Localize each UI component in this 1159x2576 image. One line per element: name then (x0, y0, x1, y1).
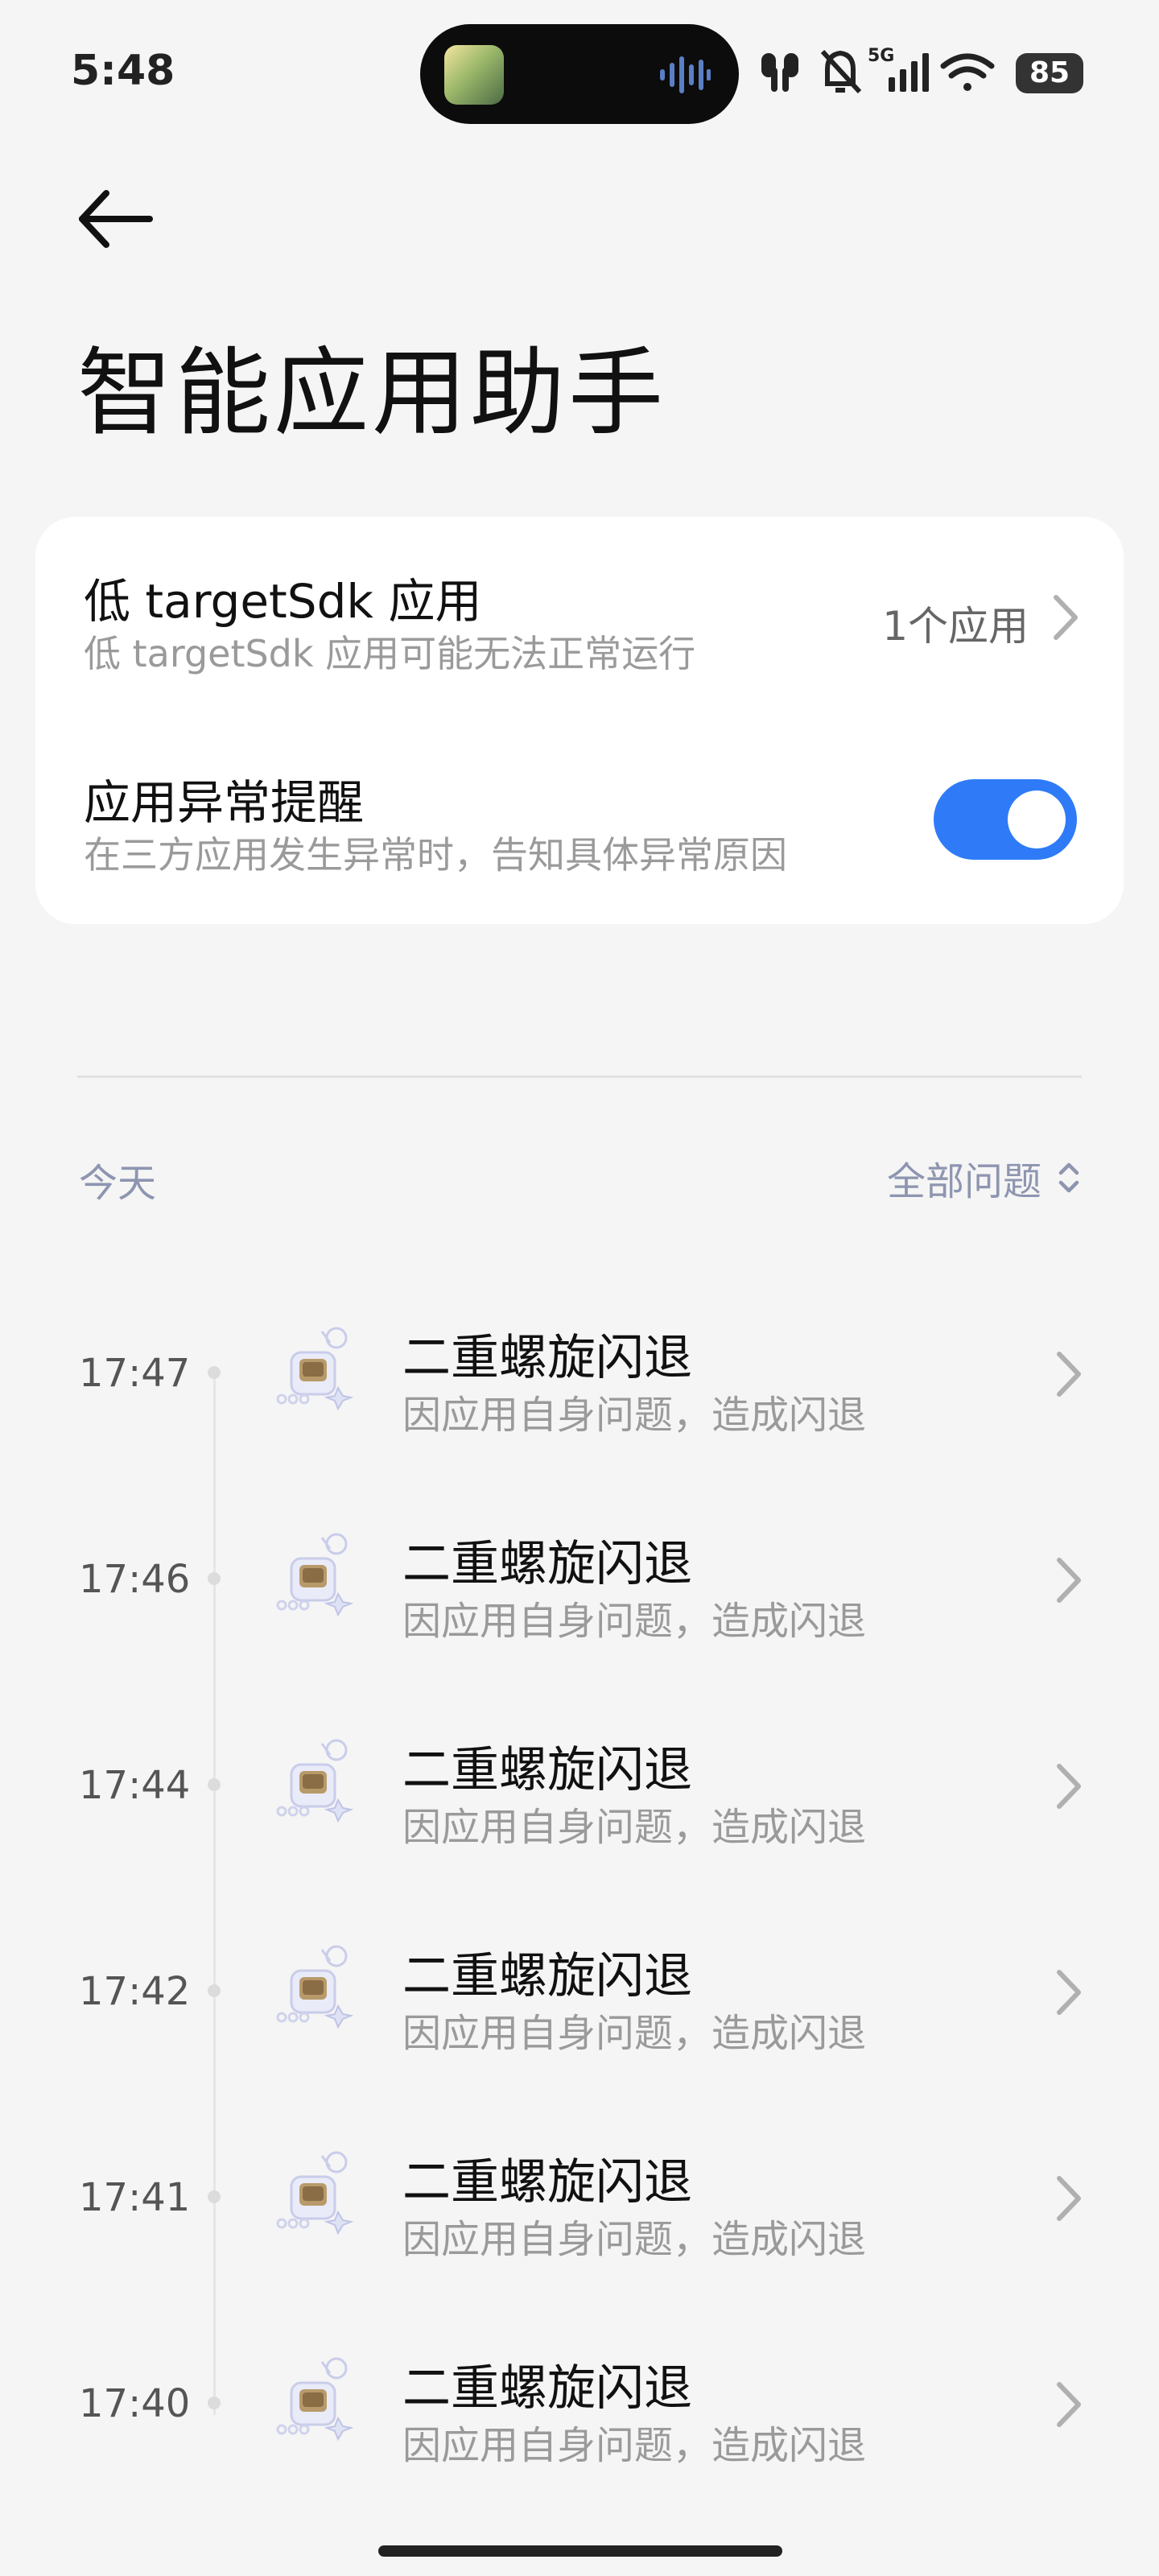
back-button[interactable] (74, 182, 163, 262)
sort-updown-icon (1058, 1162, 1079, 1193)
crash-event-item[interactable]: 17:42 二重螺旋闪退 因应用自身问题，造成闪退 (0, 1908, 1159, 2069)
timeline-dot (208, 1778, 221, 1791)
app-icon (276, 2357, 354, 2442)
chevron-right-icon (1057, 2176, 1081, 2221)
timeline-dot (208, 1572, 221, 1585)
app-icon (276, 1945, 354, 2029)
event-time: 17:47 (79, 1351, 191, 1396)
event-reason: 因应用自身问题，造成闪退 (402, 2217, 867, 2262)
low-targetsdk-subtitle: 低 targetSdk 应用可能无法正常运行 (84, 632, 696, 675)
crash-alert-title: 应用异常提醒 (84, 775, 365, 830)
low-targetsdk-row[interactable]: 低 targetSdk 应用 低 targetSdk 应用可能无法正常运行 1个… (35, 517, 1124, 718)
settings-card: 低 targetSdk 应用 低 targetSdk 应用可能无法正常运行 1个… (35, 517, 1124, 924)
timeline-dot (208, 2190, 221, 2203)
event-time: 17:41 (79, 2175, 191, 2220)
event-reason: 因应用自身问题，造成闪退 (402, 1393, 867, 1438)
event-app-name: 二重螺旋闪退 (402, 1536, 692, 1592)
crash-event-item[interactable]: 17:46 二重螺旋闪退 因应用自身问题，造成闪退 (0, 1496, 1159, 1657)
event-reason: 因应用自身问题，造成闪退 (402, 1599, 867, 1644)
divider (77, 1075, 1082, 1078)
app-icon (276, 1739, 354, 1823)
event-time: 17:40 (79, 2381, 191, 2426)
chevron-right-icon (1057, 1558, 1081, 1603)
earbuds-icon (761, 53, 798, 92)
section-date-label: 今天 (79, 1161, 157, 1206)
crash-event-item[interactable]: 17:40 二重螺旋闪退 因应用自身问题，造成闪退 (0, 2320, 1159, 2481)
event-time: 17:46 (79, 1557, 191, 1602)
page-title: 智能应用助手 (77, 337, 667, 448)
home-indicator[interactable] (378, 2545, 782, 2557)
event-app-name: 二重螺旋闪退 (402, 1330, 692, 1386)
filter-dropdown[interactable]: 全部问题 (887, 1150, 1080, 1206)
app-icon (276, 1327, 354, 1411)
crash-alert-toggle[interactable] (934, 779, 1077, 860)
event-reason: 因应用自身问题，造成闪退 (402, 2423, 867, 2468)
app-icon (276, 2151, 354, 2235)
event-reason: 因应用自身问题，造成闪退 (402, 1805, 867, 1850)
battery-indicator: 85 (1016, 53, 1083, 93)
crash-event-item[interactable]: 17:47 二重螺旋闪退 因应用自身问题，造成闪退 (0, 1290, 1159, 1451)
arrow-left-icon (79, 190, 153, 248)
filter-label: 全部问题 (886, 1159, 1041, 1204)
crash-event-item[interactable]: 17:41 二重螺旋闪退 因应用自身问题，造成闪退 (0, 2114, 1159, 2275)
dynamic-island[interactable] (420, 24, 739, 124)
svg-text:5G: 5G (868, 46, 894, 66)
media-thumbnail (444, 45, 504, 105)
event-app-name: 二重螺旋闪退 (402, 1948, 692, 2004)
chevron-right-icon (1057, 1970, 1081, 2015)
chevron-right-icon (1057, 1764, 1081, 1809)
event-time: 17:44 (79, 1763, 191, 1808)
low-targetsdk-count: 1个应用 (882, 603, 1029, 650)
timeline-dot (208, 1984, 221, 1997)
event-app-name: 二重螺旋闪退 (402, 2360, 692, 2417)
event-reason: 因应用自身问题，造成闪退 (402, 2011, 867, 2056)
wifi-icon (940, 53, 995, 91)
chevron-right-icon (1057, 2382, 1081, 2427)
event-app-name: 二重螺旋闪退 (402, 1742, 692, 1798)
low-targetsdk-title: 低 targetSdk 应用 (84, 574, 482, 629)
timeline-dot (208, 1366, 221, 1379)
status-time: 5:48 (71, 47, 175, 95)
chevron-right-icon (1057, 1352, 1081, 1397)
timeline-dot (208, 2396, 221, 2409)
event-time: 17:42 (79, 1969, 191, 2014)
chevron-right-icon (1054, 595, 1078, 640)
audio-wave-icon (660, 56, 711, 93)
event-app-name: 二重螺旋闪退 (402, 2154, 692, 2211)
app-icon (276, 1533, 354, 1617)
bell-off-icon (820, 49, 862, 94)
signal-5g-icon: 5G (868, 46, 929, 92)
crash-alert-subtitle: 在三方应用发生异常时，告知具体异常原因 (84, 833, 787, 877)
crash-event-item[interactable]: 17:44 二重螺旋闪退 因应用自身问题，造成闪退 (0, 1702, 1159, 1863)
toggle-knob (1008, 791, 1066, 848)
